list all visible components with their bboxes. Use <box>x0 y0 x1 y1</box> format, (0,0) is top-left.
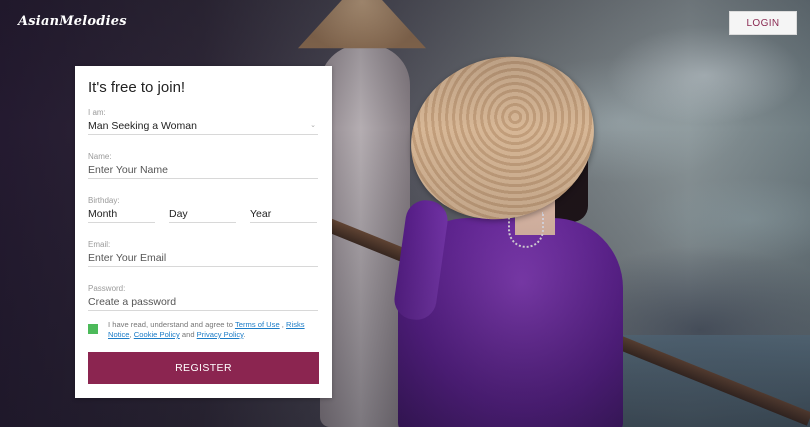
iam-selected-value: Man Seeking a Woman <box>88 119 197 132</box>
birthday-year-select[interactable]: Year <box>250 205 317 223</box>
chevron-down-icon: ⌄ <box>310 121 316 129</box>
name-input[interactable]: Enter Your Name <box>88 161 318 179</box>
consent-row: I have read, understand and agree to Ter… <box>88 320 320 340</box>
birthday-field: Birthday: Month Day Year <box>88 196 318 223</box>
password-placeholder: Create a password <box>88 295 177 308</box>
consent-checkbox[interactable] <box>88 324 98 334</box>
consent-suffix: . <box>243 330 246 339</box>
email-field: Email: Enter Your Email <box>88 240 318 267</box>
form-title: It's free to join! <box>88 79 186 96</box>
name-placeholder: Enter Your Name <box>88 163 168 176</box>
signup-form-card: It's free to join! I am: Man Seeking a W… <box>75 66 332 398</box>
consent-prefix: I have read, understand and agree to <box>108 320 235 329</box>
iam-field: I am: Man Seeking a Woman ⌄ <box>88 108 318 135</box>
privacy-policy-link[interactable]: Privacy Policy <box>197 330 244 339</box>
birthday-label: Birthday: <box>88 196 120 205</box>
iam-select[interactable]: Man Seeking a Woman ⌄ <box>88 117 318 135</box>
email-placeholder: Enter Your Email <box>88 251 167 264</box>
register-button[interactable]: REGISTER <box>88 352 319 384</box>
birthday-month-select[interactable]: Month <box>88 205 155 223</box>
password-input[interactable]: Create a password <box>88 293 318 311</box>
site-logo[interactable]: AsianMelodies <box>18 14 127 29</box>
birthday-day-select[interactable]: Day <box>169 205 236 223</box>
consent-text: I have read, understand and agree to Ter… <box>108 320 320 340</box>
name-field: Name: Enter Your Name <box>88 152 318 179</box>
password-field: Password: Create a password <box>88 284 318 311</box>
consent-sep-3: and <box>179 330 197 339</box>
birthday-month-value: Month <box>88 207 118 220</box>
cookie-policy-link[interactable]: Cookie Policy <box>134 330 180 339</box>
email-input[interactable]: Enter Your Email <box>88 249 318 267</box>
login-button[interactable]: LOGIN <box>729 11 797 35</box>
terms-link[interactable]: Terms of Use <box>235 320 280 329</box>
birthday-day-value: Day <box>169 207 188 220</box>
birthday-year-value: Year <box>250 207 272 220</box>
